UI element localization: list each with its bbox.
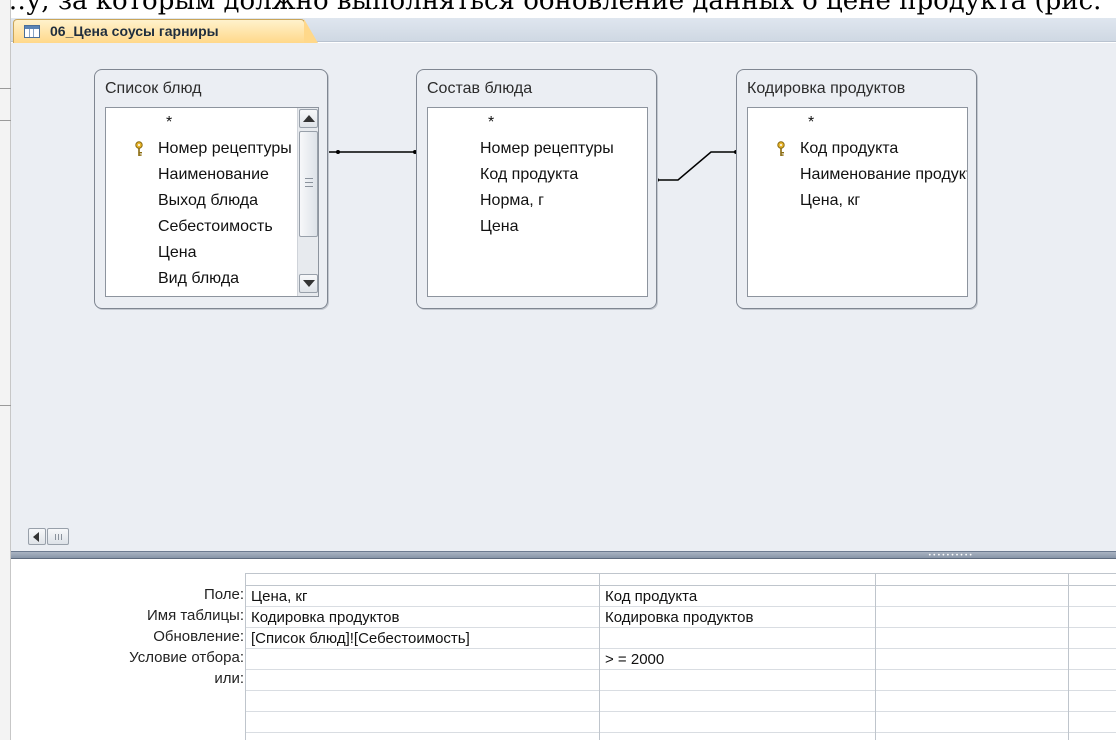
field-list[interactable]: * Код продукта Наименование продукта Цен… — [747, 107, 968, 297]
table-title: Кодировка продуктов — [747, 80, 906, 97]
query-design-area[interactable]: Список блюд * Номер рецептуры Наименован… — [11, 43, 1116, 528]
query-grid[interactable]: Поле: Имя таблицы: Обновление: Условие о… — [11, 559, 1116, 740]
cell-empty[interactable] — [246, 691, 599, 712]
query-document-tab[interactable]: 06_Цена соусы гарниры — [13, 19, 318, 43]
qbe-columns: Цена, кг Кодировка продуктов [Список блю… — [245, 573, 1116, 740]
field-label: Код продукта — [800, 140, 899, 157]
qbe-column[interactable]: Цена, кг Кодировка продуктов [Список блю… — [246, 574, 600, 740]
arrow-down-icon — [303, 280, 315, 287]
pane-splitter[interactable]: •••••••••• — [11, 551, 1116, 559]
table-box-dishes[interactable]: Список блюд * Номер рецептуры Наименован… — [94, 69, 328, 309]
row-label-field: Поле: — [203, 586, 244, 603]
cell-field[interactable]: Код продукта — [600, 586, 875, 607]
field-all[interactable]: * — [106, 114, 172, 131]
field-label: Номер рецептуры — [158, 140, 292, 157]
nav-divider — [0, 120, 11, 121]
field-item[interactable]: Вид блюда — [106, 266, 239, 292]
cell-empty[interactable] — [1069, 712, 1116, 733]
cell-update[interactable] — [1069, 628, 1116, 649]
column-selector[interactable] — [1069, 574, 1116, 586]
vertical-scrollbar[interactable] — [297, 108, 318, 296]
cell-criteria[interactable]: > = 2000 — [600, 649, 875, 670]
scroll-left-button[interactable] — [28, 528, 46, 545]
field-list[interactable]: * Номер рецептуры Код продукта Норма, г … — [427, 107, 648, 297]
cell-empty[interactable] — [600, 691, 875, 712]
horizontal-scrollbar[interactable] — [11, 528, 1116, 551]
qbe-row-labels: Поле: Имя таблицы: Обновление: Условие о… — [11, 559, 244, 740]
row-label-update: Обновление: — [153, 628, 244, 645]
cell-empty[interactable] — [246, 712, 599, 733]
field-item[interactable]: Цена — [428, 214, 518, 240]
cell-table[interactable]: Кодировка продуктов — [600, 607, 875, 628]
scroll-thumb[interactable] — [47, 528, 69, 545]
field-list[interactable]: * Номер рецептуры Наименование Выход блю… — [105, 107, 319, 297]
column-selector[interactable] — [876, 574, 1068, 586]
table-box-dish-composition[interactable]: Состав блюда * Номер рецептуры Код проду… — [416, 69, 657, 309]
cell-or[interactable] — [600, 670, 875, 691]
cell-criteria[interactable] — [1069, 649, 1116, 670]
field-item[interactable]: Наименование — [106, 162, 269, 188]
qbe-column[interactable] — [876, 574, 1069, 740]
join-endpoint — [336, 150, 340, 154]
field-item[interactable]: Выход блюда — [106, 188, 258, 214]
cell-update[interactable] — [600, 628, 875, 649]
row-label-criteria: Условие отбора: — [129, 649, 244, 666]
cell-or[interactable] — [246, 670, 599, 691]
table-title: Список блюд — [105, 80, 202, 97]
cell-field[interactable] — [876, 586, 1068, 607]
scroll-down-button[interactable] — [299, 274, 318, 293]
field-item[interactable]: Номер рецептуры — [428, 136, 614, 162]
primary-key-icon — [135, 141, 143, 156]
field-item[interactable]: Цена, кг — [748, 188, 860, 214]
field-all[interactable]: * — [748, 114, 814, 131]
join-line-product[interactable] — [657, 151, 737, 181]
field-item[interactable]: Номер рецептуры — [106, 136, 292, 162]
page-text-fragment: …у, за которым должно выполняться обновл… — [0, 0, 1116, 18]
cell-update[interactable]: [Список блюд]![Себестоимость] — [246, 628, 599, 649]
cell-field[interactable]: Цена, кг — [246, 586, 599, 607]
qbe-column[interactable]: Код продукта Кодировка продуктов > = 200… — [600, 574, 876, 740]
cell-empty[interactable] — [1069, 691, 1116, 712]
primary-key-icon — [777, 141, 785, 156]
nav-divider — [0, 405, 11, 406]
qbe-column[interactable] — [1069, 574, 1116, 740]
field-item[interactable]: Цена — [106, 240, 196, 266]
field-item[interactable]: Себестоимость — [106, 214, 273, 240]
field-all[interactable]: * — [428, 114, 494, 131]
arrow-left-icon — [33, 532, 39, 542]
field-item[interactable]: Наименование продукта — [748, 162, 967, 188]
column-selector[interactable] — [600, 574, 875, 586]
field-item[interactable]: Код продукта — [748, 136, 898, 162]
cell-table[interactable] — [1069, 607, 1116, 628]
column-selector[interactable] — [246, 574, 599, 586]
nav-divider — [0, 88, 11, 89]
cell-empty[interactable] — [876, 691, 1068, 712]
scroll-thumb[interactable] — [299, 131, 318, 237]
cell-table[interactable]: Кодировка продуктов — [246, 607, 599, 628]
cell-update[interactable] — [876, 628, 1068, 649]
table-title: Состав блюда — [427, 80, 533, 97]
field-item[interactable]: Код продукта — [428, 162, 578, 188]
cell-criteria[interactable] — [246, 649, 599, 670]
cell-criteria[interactable] — [876, 649, 1068, 670]
page-text-line: …у, за которым должно выполняться обновл… — [0, 0, 1102, 16]
cell-or[interactable] — [876, 670, 1068, 691]
cell-or[interactable] — [1069, 670, 1116, 691]
cell-table[interactable] — [876, 607, 1068, 628]
cell-empty[interactable] — [600, 712, 875, 733]
arrow-up-icon — [303, 115, 315, 122]
field-item[interactable]: Норма, г — [428, 188, 544, 214]
scroll-up-button[interactable] — [299, 109, 318, 128]
navigation-pane-edge — [0, 0, 11, 740]
cell-empty[interactable] — [876, 712, 1068, 733]
row-label-table: Имя таблицы: — [146, 607, 244, 624]
query-icon — [24, 25, 40, 38]
table-box-product-codes[interactable]: Кодировка продуктов * Код продукта Наиме… — [736, 69, 977, 309]
row-label-or: или: — [214, 670, 244, 687]
cell-field[interactable] — [1069, 586, 1116, 607]
tab-title: 06_Цена соусы гарниры — [50, 23, 219, 39]
document-tab-bar: 06_Цена соусы гарниры — [11, 18, 1116, 43]
